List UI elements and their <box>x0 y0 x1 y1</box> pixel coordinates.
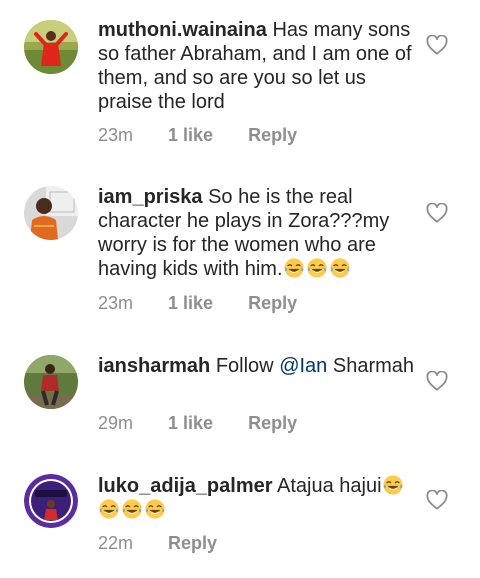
comment-likes[interactable]: 1 like <box>168 413 213 433</box>
comment-body: iansharmah Follow @Ian Sharmah <box>98 354 416 378</box>
comment-text: Follow <box>215 355 280 377</box>
comment-meta: 23m 1 like Reply <box>98 125 297 145</box>
comment-body: muthoni.wainaina Has many sons so father… <box>98 18 416 114</box>
tears-of-joy-emoji-icon <box>144 498 166 520</box>
comment-meta: 22m Reply <box>98 533 217 553</box>
avatar[interactable] <box>24 474 78 528</box>
comment-time: 29m <box>98 413 134 433</box>
avatar[interactable] <box>24 355 78 409</box>
heart-outline-icon[interactable] <box>426 489 448 510</box>
comment-text: Sharmah <box>332 355 415 377</box>
heart-outline-icon[interactable] <box>426 34 448 55</box>
tears-of-joy-emoji-icon <box>98 498 120 520</box>
comment-body: luko_adija_palmer Atajua hajui <box>98 474 416 522</box>
heart-outline-icon[interactable] <box>426 202 448 223</box>
comment-username[interactable]: iam_priska <box>98 186 203 208</box>
tears-of-joy-emoji-icon <box>329 257 351 279</box>
comment-username[interactable]: muthoni.wainaina <box>98 19 267 41</box>
comment-time: 23m <box>98 125 134 145</box>
comment-time: 22m <box>98 533 134 553</box>
comment-time: 23m <box>98 293 134 313</box>
comment-username[interactable]: luko_adija_palmer <box>98 475 273 497</box>
emoji-run <box>283 258 352 280</box>
reply-button[interactable]: Reply <box>248 293 297 313</box>
tears-of-joy-emoji-icon <box>283 257 305 279</box>
comment-meta: 29m 1 like Reply <box>98 413 297 433</box>
comment-likes[interactable]: 1 like <box>168 293 213 313</box>
reply-button[interactable]: Reply <box>248 413 297 433</box>
mention-link[interactable]: @Ian <box>279 355 327 377</box>
comment-meta: 23m 1 like Reply <box>98 293 297 313</box>
avatar[interactable] <box>24 186 78 240</box>
comment-username[interactable]: iansharmah <box>98 355 210 377</box>
avatar[interactable] <box>24 20 78 74</box>
comment-body: iam_priska So he is the real character h… <box>98 185 416 281</box>
heart-outline-icon[interactable] <box>426 370 448 391</box>
tears-of-joy-emoji-icon <box>121 498 143 520</box>
tears-of-joy-emoji-icon <box>306 257 328 279</box>
reply-button[interactable]: Reply <box>168 533 217 553</box>
reply-button[interactable]: Reply <box>248 125 297 145</box>
comment-text: Atajua hajui <box>276 475 382 497</box>
tears-of-joy-emoji-icon <box>382 474 404 496</box>
comment-likes[interactable]: 1 like <box>168 125 213 145</box>
